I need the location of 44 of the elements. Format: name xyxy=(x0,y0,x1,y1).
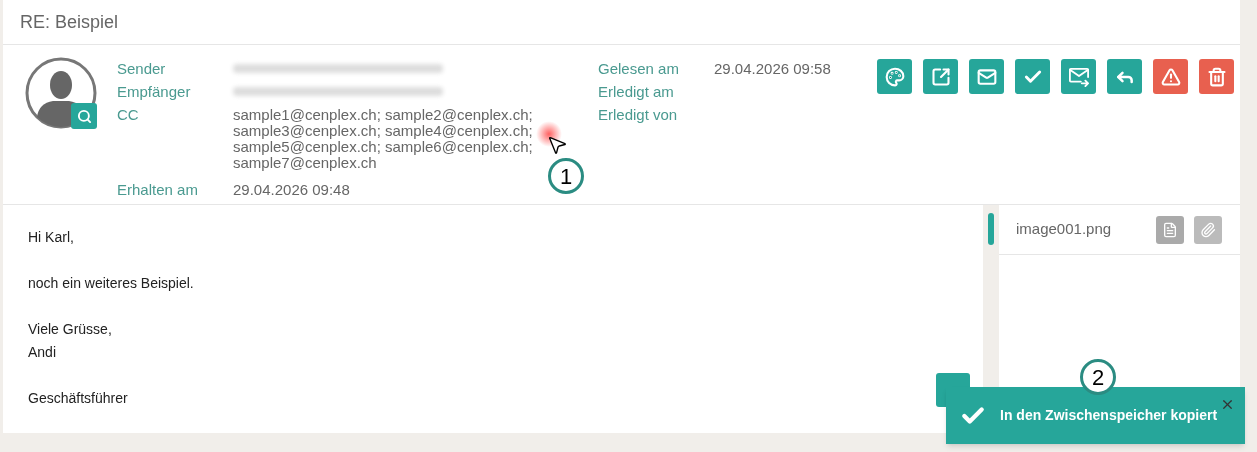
cc-address-line: sample1@cenplex.ch; sample2@cenplex.ch; xyxy=(233,107,533,124)
toolbar-button[interactable] xyxy=(1153,59,1188,95)
cc-address-line: sample7@cenplex.ch xyxy=(233,155,377,172)
warning-icon xyxy=(1160,66,1181,87)
toolbar-button[interactable] xyxy=(1061,59,1096,95)
field-label: CC xyxy=(117,105,140,126)
field-label: Erledigt am xyxy=(598,82,675,103)
body-text: noch ein weiteres Beispiel. xyxy=(28,274,194,293)
cc-address-line: sample5@cenplex.ch; sample6@cenplex.ch; xyxy=(233,139,533,156)
search-contact-button[interactable] xyxy=(71,103,97,130)
trash-icon xyxy=(1206,66,1227,87)
scrollbar-thumb[interactable] xyxy=(988,213,994,245)
body-text: Andi xyxy=(28,343,57,362)
toolbar-button[interactable] xyxy=(1015,59,1050,95)
close-icon[interactable] xyxy=(1220,397,1235,412)
field-label: Sender xyxy=(117,59,167,80)
document-icon xyxy=(1162,221,1178,238)
message-title: RE: Beispiel xyxy=(20,10,119,34)
toolbar-button[interactable] xyxy=(877,59,912,95)
palette-icon xyxy=(884,66,905,87)
toolbar-button[interactable] xyxy=(1107,59,1142,95)
body-text: Geschäftsführer xyxy=(28,389,128,408)
field-label: Empfänger xyxy=(117,82,192,103)
field-value: 29.04.2026 09:48 xyxy=(233,180,351,201)
paperclip-icon xyxy=(1200,221,1216,238)
attach-button[interactable] xyxy=(1194,215,1222,244)
attachment-name[interactable]: image001.png xyxy=(1016,218,1156,241)
toast-message: In den Zwischenspeicher kopiert xyxy=(1000,406,1218,425)
field-label: Erledigt von xyxy=(598,105,679,126)
toolbar-button[interactable] xyxy=(969,59,1004,95)
cc-address-line: sample3@cenplex.ch; sample4@cenplex.ch; xyxy=(233,123,533,140)
field-label: Erhalten am xyxy=(117,180,199,201)
body-text: Viele Grüsse, xyxy=(28,320,112,339)
preview-button[interactable] xyxy=(1156,215,1184,244)
toolbar-button[interactable] xyxy=(1199,59,1234,95)
field-label: Gelesen am xyxy=(598,59,680,80)
envelope-arrow-icon xyxy=(1067,66,1090,87)
external-link-icon xyxy=(930,66,951,87)
body-text: Hi Karl, xyxy=(28,228,74,247)
toolbar-button[interactable] xyxy=(923,59,958,95)
search-icon xyxy=(76,108,92,124)
cursor-icon xyxy=(546,134,568,156)
field-value: 29.04.2026 09:58 xyxy=(714,59,832,80)
envelope-icon xyxy=(976,66,997,87)
